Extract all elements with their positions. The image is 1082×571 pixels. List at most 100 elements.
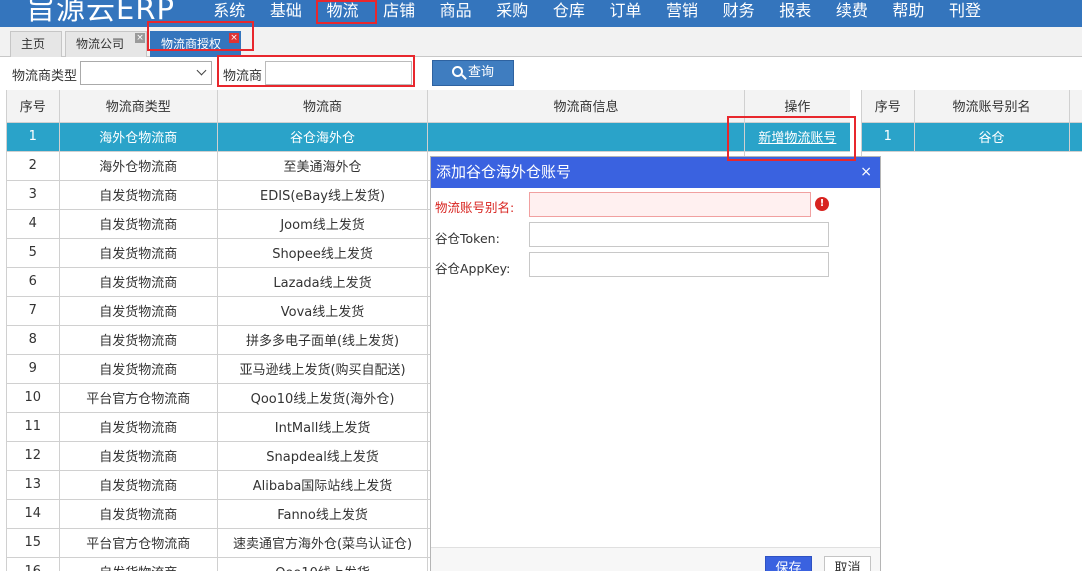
table-header: 序号 物流商类型 物流商 物流商信息 操作 [7,90,850,123]
col-header-provider[interactable]: 物流商 [217,90,429,123]
search-icon [451,66,463,77]
cell-provider: 拼多多电子面单(线上发货) [217,325,429,355]
cell-provider: IntMall线上发货 [217,412,429,442]
provider-type-label: 物流商类型 [12,69,78,84]
cell-type: 自发货物流商 [59,267,218,297]
cell-no: 12 [7,441,60,471]
cell-provider: 谷仓海外仓 [217,122,429,152]
tab-label: 主页 [21,37,46,51]
token-input[interactable] [529,222,829,247]
cell-type: 平台官方仓物流商 [59,528,218,558]
cell-no: 5 [7,238,60,268]
query-button[interactable]: 查询 [432,60,514,86]
account-table: 序号 物流账号别名 1 谷仓 [862,90,1082,152]
main-menu: 系统 基础 物流 店铺 商品 采购 仓库 订单 营销 财务 报表 续费 帮助 刊… [201,0,993,27]
cell-no: 10 [7,383,60,413]
app-root: 旨源云ERP 系统 基础 物流 店铺 商品 采购 仓库 订单 营销 财务 报表 … [0,0,1082,571]
col-header-filler [1069,90,1082,123]
cell-filler [1069,122,1082,152]
cell-no: 14 [7,499,60,529]
cell-provider: Shopee线上发货 [217,238,429,268]
save-button[interactable]: 保存 [765,556,812,571]
cell-type: 自发货物流商 [59,296,218,326]
table-row[interactable]: 1 谷仓 [862,122,1082,152]
col-header-alias[interactable]: 物流账号别名 [914,90,1070,123]
menu-item-system[interactable]: 系统 [201,0,258,27]
provider-input[interactable] [265,61,412,85]
tab-bar: 主页 物流公司 × 物流商授权 × [0,27,1082,57]
cell-no: 4 [7,209,60,239]
app-logo[interactable]: 旨源云ERP [26,0,175,27]
menu-item-warehouse[interactable]: 仓库 [541,0,598,27]
col-header-info[interactable]: 物流商信息 [427,90,745,123]
account-grid: 序号 物流账号别名 1 谷仓 [861,90,1082,571]
menu-item-finance[interactable]: 财务 [710,0,767,27]
account-alias-input[interactable] [529,192,811,217]
cell-provider: Qoo10线上发货(海外仓) [217,383,429,413]
appkey-label: 谷仓AppKey: [435,261,511,276]
cell-info [427,122,745,152]
cell-type: 自发货物流商 [59,354,218,384]
table-header: 序号 物流账号别名 [862,90,1082,123]
tab-logistics-authorization[interactable]: 物流商授权 × [150,31,241,57]
menu-item-products[interactable]: 商品 [427,0,484,27]
cell-no: 6 [7,267,60,297]
cell-no: 3 [7,180,60,210]
cell-provider: Joom线上发货 [217,209,429,239]
cell-type: 自发货物流商 [59,238,218,268]
menu-item-basic[interactable]: 基础 [258,0,315,27]
menu-item-store[interactable]: 店铺 [371,0,428,27]
chevron-down-icon [196,65,207,76]
add-account-dialog: 添加谷仓海外仓账号 × 物流账号别名: ! 谷仓Token: 谷仓AppKey:… [430,156,881,571]
tab-logistics-company[interactable]: 物流公司 × [65,31,147,57]
menu-item-logistics[interactable]: 物流 [314,0,371,27]
dialog-header: 添加谷仓海外仓账号 × [431,157,880,188]
cell-type: 自发货物流商 [59,499,218,529]
menu-item-orders[interactable]: 订单 [597,0,654,27]
cell-alias: 谷仓 [914,122,1070,152]
menu-item-purchase[interactable]: 采购 [484,0,541,27]
menu-item-reports[interactable]: 报表 [767,0,824,27]
cell-type: 自发货物流商 [59,412,218,442]
cell-type: 自发货物流商 [59,209,218,239]
dialog-title: 添加谷仓海外仓账号 [436,163,572,181]
account-rows: 1 谷仓 [862,122,1082,152]
col-header-no[interactable]: 序号 [7,90,60,123]
cell-provider: 至美通海外仓 [217,151,429,181]
col-header-type[interactable]: 物流商类型 [59,90,218,123]
provider-label: 物流商 [223,69,263,84]
tab-home[interactable]: 主页 [10,31,62,57]
cell-no: 1 [7,122,60,152]
col-header-action[interactable]: 操作 [744,90,850,123]
tab-label: 物流商授权 [161,37,222,51]
menu-item-marketing[interactable]: 营销 [654,0,711,27]
provider-type-select[interactable] [80,61,212,85]
cell-no: 16 [7,557,60,571]
dialog-footer: 保存 取消 [431,547,880,571]
close-icon[interactable]: × [860,157,872,188]
cell-no: 2 [7,151,60,181]
cancel-button[interactable]: 取消 [824,556,871,571]
tab-label: 物流公司 [76,37,125,51]
menu-item-renewal[interactable]: 续费 [824,0,881,27]
cell-type: 平台官方仓物流商 [59,383,218,413]
search-bar: 物流商类型 物流商 查询 [0,57,1082,90]
close-icon[interactable]: × [135,33,145,43]
cell-type: 自发货物流商 [59,470,218,500]
cell-provider: Vova线上发货 [217,296,429,326]
add-logistics-account-link[interactable]: 新增物流账号 [758,131,836,146]
menu-item-listing[interactable]: 刊登 [937,0,994,27]
cell-type: 自发货物流商 [59,180,218,210]
table-row[interactable]: 1 海外仓物流商 谷仓海外仓 新增物流账号 [7,122,850,152]
query-button-label: 查询 [467,65,494,80]
cell-provider: Snapdeal线上发货 [217,441,429,471]
cell-type: 自发货物流商 [59,557,218,571]
cell-provider: 亚马逊线上发货(购买自配送) [217,354,429,384]
col-header-no[interactable]: 序号 [862,90,915,123]
cell-type: 海外仓物流商 [59,151,218,181]
menu-item-help[interactable]: 帮助 [880,0,937,27]
appkey-input[interactable] [529,252,829,277]
cell-provider: 速卖通官方海外仓(菜鸟认证仓) [217,528,429,558]
top-bar: 旨源云ERP 系统 基础 物流 店铺 商品 采购 仓库 订单 营销 财务 报表 … [0,0,1082,27]
close-icon[interactable]: × [229,33,239,43]
